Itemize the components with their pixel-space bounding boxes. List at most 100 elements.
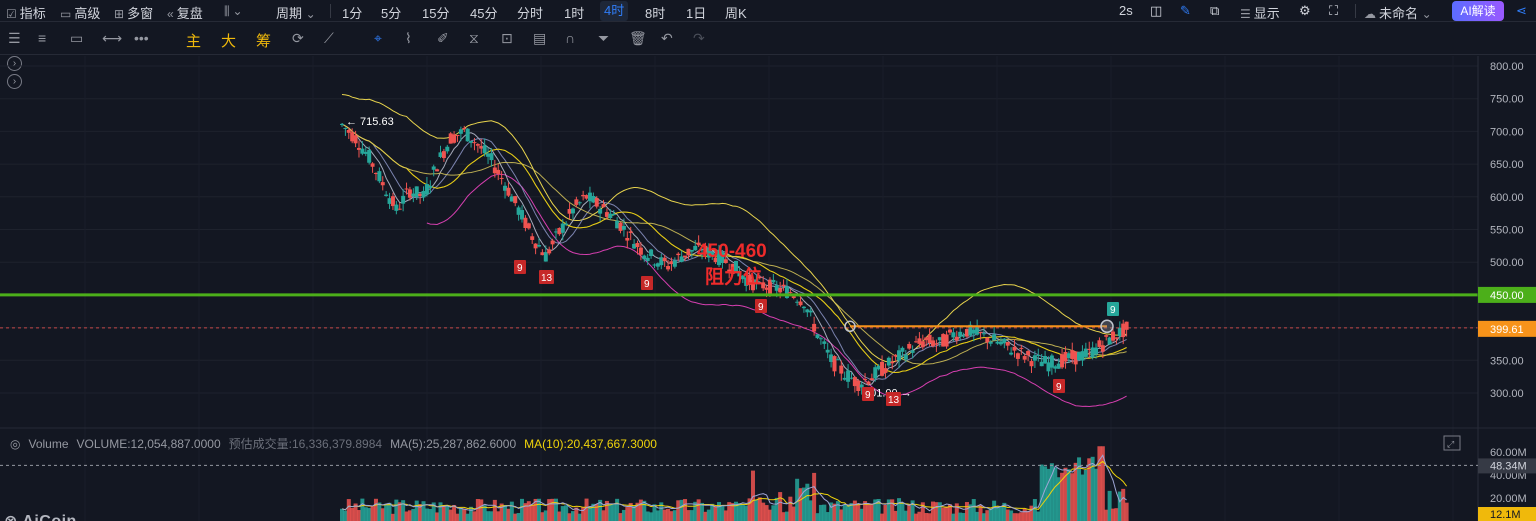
lock-icon[interactable]: ⊡ [501,30,513,47]
refresh-rate[interactable]: 2s [1119,3,1133,18]
layout-dropdown[interactable]: ☁ 未命名 ⌄ [1364,3,1435,22]
trash-icon[interactable]: 🗑 [629,30,647,47]
undo-icon[interactable]: ↶ [661,30,673,47]
candle[interactable] [560,218,565,241]
volume-axis[interactable]: 60.00M40.00M20.00M [1490,447,1527,505]
price-tick-label: 650.00 [1490,159,1524,171]
candle[interactable] [805,308,810,318]
volume-last-tag-text: 12.1M [1490,509,1521,521]
candle[interactable] [506,182,511,198]
advanced-button[interactable]: ▭ 高级 [60,3,100,22]
filter-icon[interactable]: ⏷ [598,30,609,47]
td-badge-text: 9 [865,390,871,401]
candle[interactable] [469,140,474,148]
more-icon[interactable]: ••• [134,30,149,46]
candle[interactable] [384,191,389,197]
brush-icon[interactable]: ✐ [437,30,449,47]
candle[interactable] [543,245,548,262]
measure-icon[interactable]: ⟷ [102,30,122,47]
candle[interactable] [846,364,851,389]
candle[interactable] [1015,352,1020,367]
candle[interactable] [659,253,664,270]
candle[interactable] [822,338,827,350]
candle[interactable] [1022,354,1027,363]
display-button[interactable]: ☰ 显示 [1240,3,1280,22]
edit-icon[interactable]: ⟳ [292,30,304,47]
candle[interactable] [570,207,575,219]
candle[interactable] [832,355,837,377]
candle[interactable] [533,243,538,255]
interval-45m[interactable]: 45分 [470,3,497,22]
interval-4h[interactable]: 4时 [600,1,629,21]
chevron-down-icon: ⌄ [232,4,243,18]
list-icon[interactable]: ≡ [38,30,46,46]
chart-type-button[interactable]: ⫼ ⌄ [224,3,246,19]
candle[interactable] [1029,359,1034,374]
candle[interactable] [1005,341,1010,351]
note-icon[interactable]: ▤ [533,30,546,47]
candle[interactable] [530,233,535,244]
candle[interactable] [886,356,891,367]
redo-icon[interactable]: ↷ [693,30,705,47]
candle[interactable] [625,231,630,249]
interval-1m[interactable]: 1分 [342,3,362,22]
expand-pane-icon[interactable]: ⤢ [1443,435,1461,451]
candle[interactable] [1043,350,1048,364]
chip-distribution-toggle[interactable]: 筹 [256,30,271,51]
candle[interactable] [944,330,949,349]
price-tick-label: 500.00 [1490,257,1524,269]
candle[interactable] [496,163,501,181]
td-badge: 9 [1053,379,1065,393]
candle[interactable] [1114,337,1119,345]
candle[interactable] [798,296,803,307]
candle[interactable] [621,218,626,237]
main-chart-toggle[interactable]: 主 [186,30,201,51]
candle[interactable] [513,195,518,207]
ruler-icon[interactable]: ⌇ [405,30,412,47]
rectangle-icon[interactable]: ▭ [70,30,83,47]
candle[interactable] [452,131,457,144]
interval-15m[interactable]: 15分 [422,3,449,22]
camera-icon[interactable]: ◫ [1150,3,1162,19]
ai-analysis-button[interactable]: AI解读 [1452,1,1504,21]
candle[interactable] [1049,353,1054,375]
settings-gear-icon[interactable]: ⚙ [1299,3,1311,19]
magnet-icon[interactable]: ∩ [565,30,575,46]
interval-5m[interactable]: 5分 [381,3,401,22]
candle[interactable] [377,167,382,184]
popout-icon[interactable]: ⧉ [1210,3,1219,19]
interval-8h[interactable]: 8时 [645,3,665,22]
fullscreen-icon[interactable]: ⛶ [1329,3,1338,19]
candle[interactable] [370,162,375,173]
big-order-toggle[interactable]: 大 [221,30,236,51]
candle[interactable] [550,238,555,250]
replay-button[interactable]: «复盘 [167,3,203,22]
candle[interactable] [401,189,406,212]
period-dropdown[interactable]: 周期 ⌄ [276,3,319,22]
share-icon[interactable]: ⋖ [1516,3,1527,19]
magic-icon[interactable]: ⟋ [324,30,334,47]
interval-1h[interactable]: 1时 [564,3,584,22]
interval-time-share[interactable]: 分时 [517,3,543,22]
candle[interactable] [672,257,677,269]
menu-icon[interactable]: ☰ [8,30,21,47]
logo-text: AiCoin [22,513,77,521]
candle[interactable] [907,341,912,350]
crosshair-tool-icon[interactable]: ⌖ [374,30,382,47]
candle[interactable] [649,248,654,259]
candle[interactable] [526,222,531,230]
candle[interactable] [1083,342,1088,359]
interval-1w[interactable]: 周K [725,3,747,22]
interval-1d[interactable]: 1日 [686,3,706,22]
multi-window-button[interactable]: ⊞ 多窗 [114,3,153,22]
eye-icon[interactable]: ◎ [10,437,20,451]
pattern-icon[interactable]: ⧖ [469,30,479,47]
pencil-icon[interactable]: ✎ [1180,3,1191,19]
candle[interactable] [340,122,344,127]
candle[interactable] [465,128,470,142]
indicators-button[interactable]: ☑ 指标 [6,3,46,22]
candle[interactable] [968,321,973,337]
segment-handle[interactable] [1100,319,1114,334]
candle[interactable] [367,146,372,165]
multi-window-icon: ⊞ [114,7,125,21]
